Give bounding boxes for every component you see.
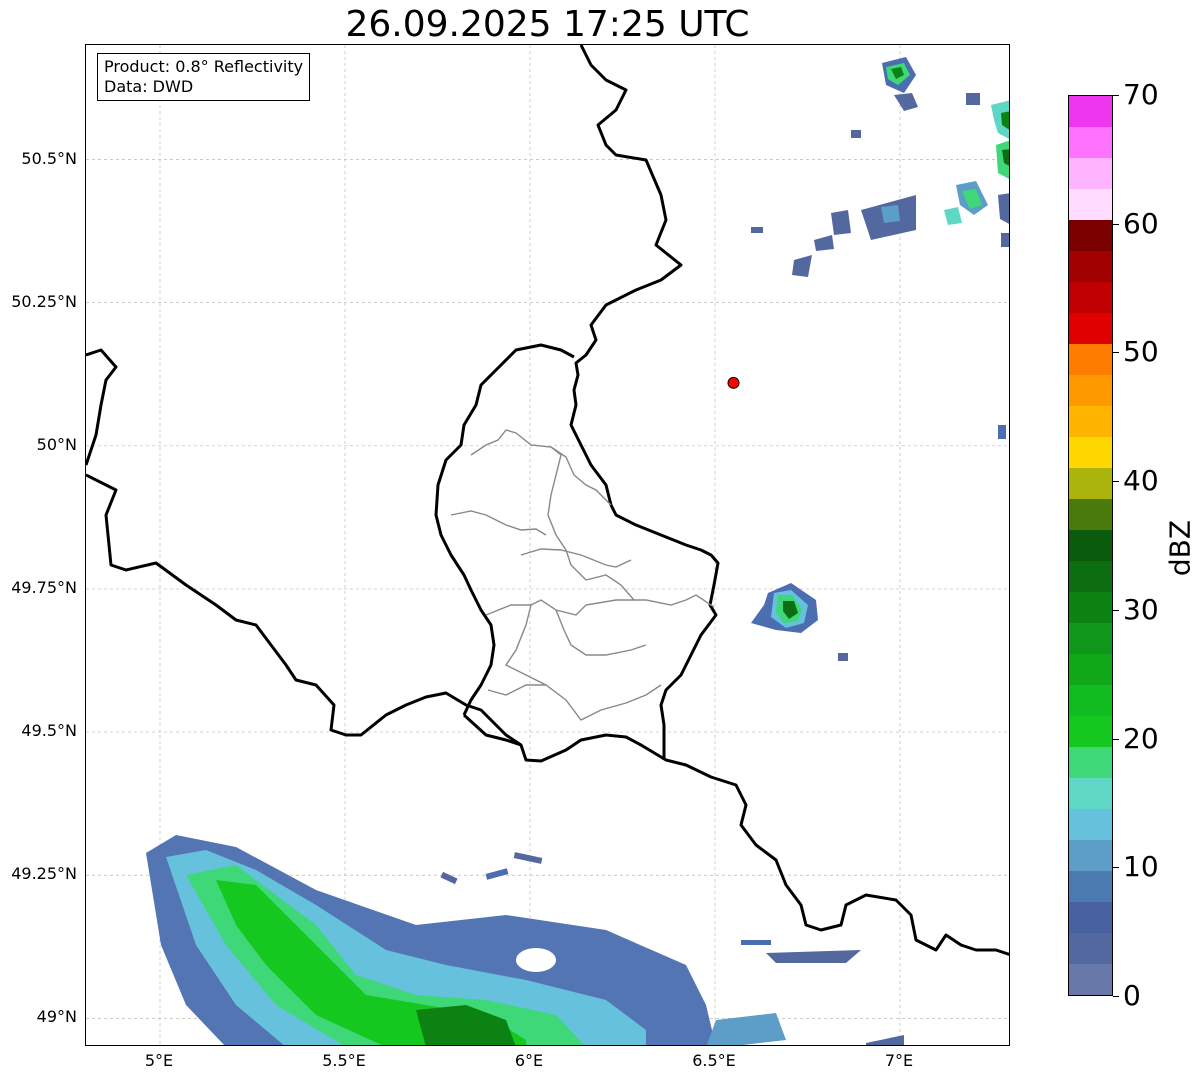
- colorbar-tick-label: 10: [1123, 850, 1159, 884]
- colorbar-tick-label: 60: [1123, 206, 1159, 240]
- lat-tick-label: 49.75°N: [11, 577, 77, 597]
- radar-map[interactable]: [85, 44, 1010, 1046]
- colorbar-segment: [1069, 902, 1112, 933]
- colorbar-segment: [1069, 158, 1112, 189]
- colorbar-segment: [1069, 871, 1112, 902]
- colorbar-segment: [1069, 933, 1112, 964]
- colorbar-segment: [1069, 220, 1112, 251]
- colorbar-segment: [1069, 716, 1112, 747]
- colorbar-tick: [1113, 223, 1119, 225]
- colorbar-segment: [1069, 499, 1112, 530]
- colorbar-segment: [1069, 313, 1112, 344]
- colorbar: [1068, 95, 1113, 996]
- location-marker: [727, 376, 740, 389]
- colorbar-tick: [1113, 609, 1119, 611]
- colorbar-segment: [1069, 127, 1112, 158]
- colorbar-segment: [1069, 778, 1112, 809]
- colorbar-segment: [1069, 375, 1112, 406]
- colorbar-tick: [1113, 738, 1119, 740]
- colorbar-segment: [1069, 685, 1112, 716]
- colorbar-segment: [1069, 964, 1112, 995]
- national-borders: [86, 45, 1009, 956]
- colorbar-segment: [1069, 282, 1112, 313]
- colorbar-segment: [1069, 96, 1112, 127]
- colorbar-tick: [1113, 996, 1119, 997]
- lon-tick-label: 6°E: [514, 1051, 544, 1070]
- data-source-label: Data: DWD: [104, 77, 194, 96]
- colorbar-segment: [1069, 468, 1112, 499]
- colorbar-segment: [1069, 530, 1112, 561]
- lat-tick-label: 50.5°N: [21, 148, 77, 168]
- colorbar-segment: [1069, 809, 1112, 840]
- colorbar-title: dBZ: [1163, 519, 1197, 577]
- colorbar-segment: [1069, 189, 1112, 220]
- colorbar-segment: [1069, 561, 1112, 592]
- lat-tick-label: 50°N: [36, 434, 77, 454]
- lat-tick-label: 50.25°N: [11, 291, 77, 311]
- lat-tick-label: 49.25°N: [11, 864, 77, 884]
- colorbar-segment: [1069, 406, 1112, 437]
- colorbar-segment: [1069, 747, 1112, 778]
- lon-tick-label: 7°E: [884, 1051, 914, 1070]
- lon-tick-label: 6.5°E: [692, 1051, 736, 1070]
- product-info-box: Product: 0.8° Reflectivity Data: DWD: [97, 53, 311, 101]
- colorbar-segment: [1069, 344, 1112, 375]
- colorbar-segment: [1069, 623, 1112, 654]
- colorbar-tick-label: 40: [1123, 464, 1159, 498]
- colorbar-tick: [1113, 95, 1119, 96]
- product-label: Product: 0.8° Reflectivity: [104, 57, 304, 76]
- lon-tick-label: 5°E: [144, 1051, 174, 1070]
- map-canvas: [86, 45, 1009, 1045]
- colorbar-tick: [1113, 867, 1119, 869]
- colorbar-tick-label: 0: [1123, 979, 1141, 1012]
- canton-borders: [450, 429, 715, 721]
- colorbar-segment: [1069, 654, 1112, 685]
- colorbar-segment: [1069, 251, 1112, 282]
- colorbar-tick-label: 50: [1123, 335, 1159, 369]
- colorbar-tick-label: 70: [1123, 78, 1159, 111]
- colorbar-segment: [1069, 840, 1112, 871]
- lon-tick-label: 5.5°E: [322, 1051, 366, 1070]
- colorbar-segment: [1069, 437, 1112, 468]
- colorbar-tick-label: 30: [1123, 592, 1159, 626]
- colorbar-tick: [1113, 481, 1119, 483]
- lat-tick-label: 49.5°N: [21, 721, 77, 741]
- colorbar-segment: [1069, 592, 1112, 623]
- map-title: 26.09.2025 17:25 UTC: [345, 4, 750, 45]
- colorbar-tick-label: 20: [1123, 721, 1159, 755]
- colorbar-tick: [1113, 352, 1119, 354]
- lat-tick-label: 49°N: [36, 1007, 77, 1027]
